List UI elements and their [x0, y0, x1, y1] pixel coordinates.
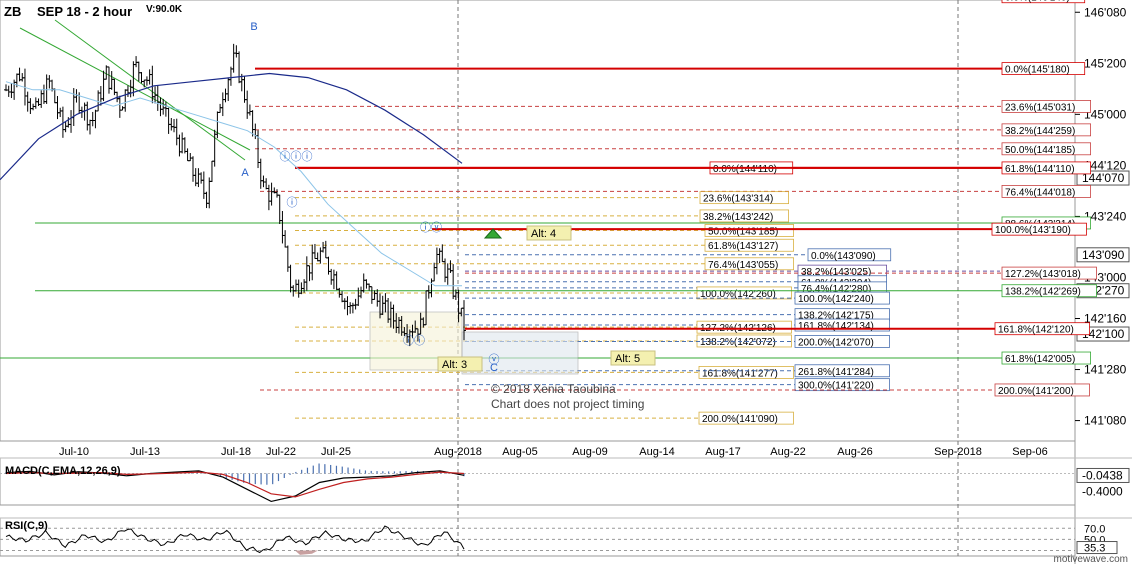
x-tick-label: Jul-22: [266, 446, 296, 458]
rsi-title: RSI(C,9): [5, 520, 48, 532]
copyright-line: © 2018 Xenia Taoubina: [491, 382, 616, 396]
y-tick-label: 145'200: [1084, 56, 1127, 70]
y-tick-label: 141'080: [1084, 414, 1127, 428]
rsi-tick-label: 35.3: [1084, 543, 1105, 555]
x-tick-label: Aug-05: [502, 446, 537, 458]
macd-panel: [0, 457, 1076, 506]
wave-label: ⓘⓥ: [420, 221, 442, 234]
watermark: motivewave.com: [1054, 554, 1128, 564]
fib-level-label: 261.8%(141'284): [798, 367, 874, 378]
fib-level-label: 50.0%(143'185): [708, 226, 778, 237]
macd-title: MACD(C,EMA,12,26,9): [5, 465, 121, 477]
y-tick-label: 146'080: [1084, 5, 1127, 19]
wave-label: ⓘⓘⓘ: [280, 150, 313, 163]
fib-level-label: 76.4%(143'055): [708, 260, 778, 271]
fib-level-label: 38.2%(143'242): [703, 212, 773, 223]
fib-level-label: 0.0%(145'180): [1005, 65, 1070, 76]
fib-level-label: 23.6%(143'314): [703, 194, 773, 205]
macd-tick-label: -0.4000: [1082, 485, 1123, 499]
chart-canvas[interactable]: Jul-10 Jul-13 Jul-18 Jul-22 Jul-25 Aug-2018 Au…: [0, 0, 1132, 564]
wave-label: A: [241, 167, 249, 179]
fib-level-label: 138.2%(142'269): [1005, 287, 1081, 298]
trend-channel: [54, 19, 246, 161]
fib-level-label: 38.2%(144'259): [1005, 126, 1075, 137]
main-panel: [0, 0, 1076, 442]
fib-level-label: 161.8%(142'120): [998, 325, 1074, 336]
x-tick-label: Sep-2018: [934, 446, 982, 458]
fib-level-label: 161.8%(142'134): [798, 321, 874, 332]
x-tick-label: Aug-09: [572, 446, 607, 458]
y-tick-label: 141'280: [1084, 363, 1127, 377]
copyright-line: Chart does not project timing: [491, 397, 644, 411]
x-tick-label: Aug-17: [705, 446, 740, 458]
alt-label: Alt: 5: [615, 353, 640, 365]
x-tick-label: Jul-25: [321, 446, 351, 458]
y-tick-label: 142'160: [1084, 312, 1127, 326]
fib-level-label: 127.2%(143'018): [1005, 269, 1081, 280]
x-tick-label: Aug-22: [770, 446, 805, 458]
fib-level-label: 138.2%(142'072): [700, 337, 776, 348]
x-tick-label: Aug-26: [837, 446, 872, 458]
fib-level-label: 61.8%(143'127): [708, 241, 778, 252]
fib-level-label: 100.0%(143'190): [995, 225, 1071, 236]
x-tick-label: Jul-13: [130, 446, 160, 458]
fib-level-label: 200.0%(142'070): [798, 337, 874, 348]
wave-label: ⓘ: [287, 196, 298, 209]
fib-level-label: 76.4%(144'018): [1005, 187, 1075, 198]
fib-level-label: 61.8%(144'110): [1005, 164, 1075, 175]
wave-label: ⓘⓘ: [403, 334, 425, 347]
fib-level-label: 161.8%(141'277): [702, 368, 778, 379]
x-tick-label: Aug-2018: [434, 446, 482, 458]
fib-level-label: 200.0%(141'200): [998, 386, 1074, 397]
alt-label: Alt: 4: [531, 228, 556, 240]
price-marker-label: 143'090: [1082, 248, 1125, 262]
x-tick-label: Jul-18: [221, 446, 251, 458]
fib-level-label: 50.0%(144'185): [1005, 145, 1075, 156]
rsi-oversold-fill: [295, 550, 318, 555]
alt-label: Alt: 3: [442, 359, 467, 371]
fib-level-label: 0.0%(143'090): [811, 251, 876, 262]
x-tick-label: Aug-14: [639, 446, 674, 458]
fib-level-label: 100.0%(142'240): [798, 294, 874, 305]
macd-tick-label: -0.0438: [1082, 468, 1123, 482]
fib-level-label: 0.0%(146'140): [1005, 0, 1070, 4]
ma-fast-line: [5, 81, 462, 287]
fib-level-label: 0.0%(144'110): [713, 164, 777, 175]
ma-slow-line: [0, 72, 463, 181]
fib-level-label: 200.0%(141'090): [702, 414, 778, 425]
wave-label: B: [250, 21, 257, 33]
fib-level-label: 23.6%(145'031): [1005, 102, 1075, 113]
wave-label: C: [490, 362, 498, 374]
x-tick-label: Sep-06: [1012, 446, 1047, 458]
x-tick-label: Jul-10: [59, 446, 89, 458]
fib-level-label: 61.8%(142'005): [1005, 354, 1075, 365]
